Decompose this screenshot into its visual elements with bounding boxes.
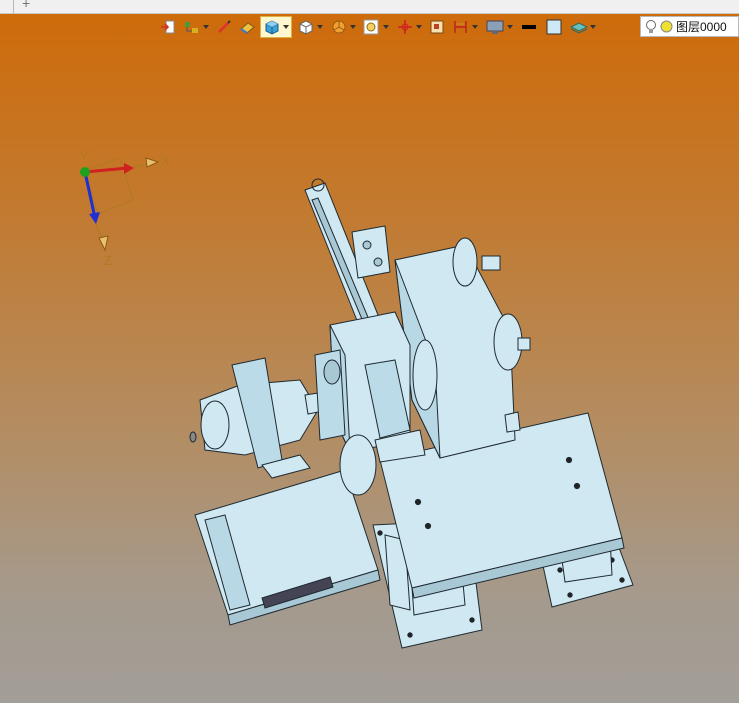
- layer-selector[interactable]: 图层0000: [640, 16, 739, 37]
- pencil-sketch-icon: [218, 20, 231, 33]
- layer-name: 图层0000: [676, 20, 727, 34]
- yellow-dot-icon: [660, 20, 673, 33]
- document-tab-bar: +: [0, 0, 739, 14]
- lightbulb-icon: [646, 19, 656, 33]
- layer-manager-button[interactable]: [568, 16, 598, 38]
- view-toolbar: [158, 15, 601, 39]
- axis-y-label: Y: [80, 148, 89, 163]
- origin-button[interactable]: [394, 16, 424, 38]
- pie-render-icon: [332, 20, 346, 34]
- sketch-button[interactable]: [214, 16, 234, 38]
- color-button[interactable]: [543, 16, 565, 38]
- wire-cube-icon: [299, 20, 313, 35]
- chevron-down-icon: [203, 25, 209, 29]
- exit-sketch-icon: [161, 20, 175, 34]
- exit-sketch-button[interactable]: [158, 16, 178, 38]
- erase-button[interactable]: [237, 16, 257, 38]
- chevron-down-icon: [507, 25, 513, 29]
- feature-tree-icon: [185, 22, 198, 33]
- line-style-icon: [522, 25, 536, 29]
- line-style-button[interactable]: [518, 16, 540, 38]
- zoom-fit-button[interactable]: [361, 16, 391, 38]
- axis-x-label: X: [161, 153, 170, 168]
- chevron-down-icon: [590, 25, 596, 29]
- zoom-fit-icon: [363, 19, 379, 35]
- motor-body: [189, 357, 329, 479]
- axis-z-label: Z: [104, 253, 112, 268]
- triad-axes: X Y Z: [80, 148, 170, 268]
- assembly-model: [189, 178, 634, 649]
- wireframe-display-button[interactable]: [295, 16, 325, 38]
- linear-rail: [304, 178, 391, 329]
- chevron-down-icon: [283, 25, 289, 29]
- chevron-down-icon: [472, 25, 478, 29]
- chevron-down-icon: [350, 25, 356, 29]
- eraser-icon: [240, 22, 255, 34]
- 3d-viewport[interactable]: X Y Z: [0, 40, 739, 703]
- display-settings-button[interactable]: [483, 16, 515, 38]
- gearbox-housing: [394, 237, 531, 459]
- layer-stack-icon: [570, 22, 588, 34]
- dimension-button[interactable]: [450, 16, 480, 38]
- crosshair-origin-icon: [398, 20, 412, 34]
- shaded-display-button[interactable]: [260, 16, 292, 38]
- render-button[interactable]: [328, 16, 358, 38]
- chevron-down-icon: [416, 25, 422, 29]
- display-monitor-icon: [486, 20, 504, 34]
- frame-select-icon: [430, 20, 444, 34]
- shaded-cube-icon: [265, 20, 279, 35]
- frame-select-button[interactable]: [427, 16, 447, 38]
- feature-tree-button[interactable]: [181, 16, 211, 38]
- chevron-down-icon: [317, 25, 323, 29]
- new-tab-icon[interactable]: +: [22, 0, 30, 10]
- dimension-icon: [454, 21, 467, 33]
- color-swatch-icon: [546, 19, 562, 35]
- tab-separator: [13, 0, 14, 13]
- chevron-down-icon: [383, 25, 389, 29]
